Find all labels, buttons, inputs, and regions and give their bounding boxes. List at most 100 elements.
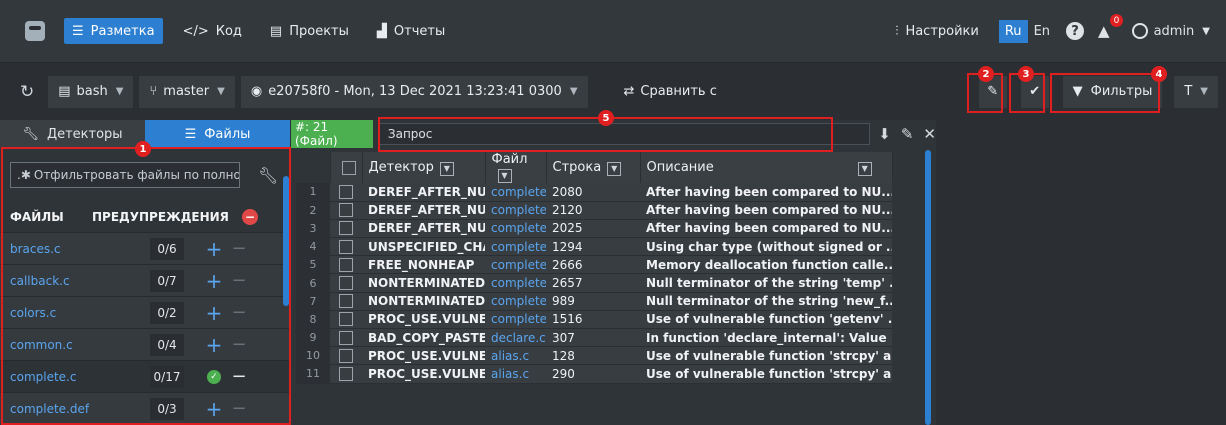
chevron-down-icon[interactable]: ▼ <box>607 161 622 176</box>
row-checkbox[interactable] <box>339 366 353 381</box>
chevron-down-icon[interactable]: ▼ <box>439 161 454 176</box>
select-all-header[interactable] <box>330 152 363 183</box>
table-row[interactable]: 2 DEREF_AFTER_NULLcomplete.c2120After hav… <box>296 201 892 220</box>
warnings-column-header[interactable]: ПРЕДУПРЕЖДЕНИЯ <box>92 210 242 224</box>
file-list-item[interactable]: callback.c 0/7 + − <box>0 264 290 296</box>
row-checkbox-cell[interactable] <box>330 310 362 330</box>
help-icon[interactable]: ? <box>1066 22 1085 40</box>
table-row[interactable]: 7 NONTERMINATEDcomplete.c989Null terminat… <box>296 292 892 311</box>
tab-detectors[interactable]: 🔧︎ Детекторы <box>0 120 145 148</box>
table-row[interactable]: 11 PROC_USE.VULNERABLEalias.c290Use of vu… <box>296 364 892 384</box>
files-scrollbar[interactable] <box>283 176 289 306</box>
row-checkbox-cell[interactable] <box>330 219 362 239</box>
compare-button[interactable]: ⇄ Сравнить с <box>614 76 727 108</box>
file-link[interactable]: complete.c <box>485 237 546 257</box>
row-checkbox[interactable] <box>339 312 353 327</box>
check-circle-icon[interactable]: ✓ <box>207 369 221 384</box>
nav-markup[interactable]: ☰ Разметка <box>64 18 163 44</box>
nav-settings[interactable]: ⫶ Настройки <box>887 18 987 44</box>
row-checkbox[interactable] <box>339 257 353 272</box>
row-checkbox[interactable] <box>339 276 353 291</box>
table-row[interactable]: 6 NONTERMINATEDcomplete.c2657Null termina… <box>296 273 892 293</box>
row-checkbox-cell[interactable] <box>330 183 362 202</box>
row-checkbox-cell[interactable] <box>330 346 362 366</box>
plus-icon[interactable]: + <box>204 397 224 421</box>
row-checkbox[interactable] <box>339 221 353 236</box>
app-logo-icon[interactable] <box>22 19 48 43</box>
detector-column-header[interactable]: Детектор ▼ <box>362 152 486 183</box>
file-link[interactable]: complete.c <box>485 183 546 202</box>
nav-code[interactable]: </> Код <box>175 18 250 44</box>
lang-en-button[interactable]: En <box>1028 20 1056 43</box>
plus-icon[interactable]: + <box>204 301 224 325</box>
clear-filters-button[interactable]: T ▼ <box>1174 75 1218 108</box>
table-row[interactable]: 9 BAD_COPY_PASTE declare.c 307 In function '… <box>296 328 892 348</box>
commit-select[interactable]: ◉ e20758f0 - Mon, 13 Dec 2021 13:23:41 0… <box>240 75 588 108</box>
table-row[interactable]: 4 UNSPECIFIED_CHARcomplete.c1294Using cha… <box>296 237 892 257</box>
description-column-header[interactable]: Описание ▼ <box>640 152 893 183</box>
user-menu[interactable]: admin ▼ <box>1131 23 1210 39</box>
file-list-item[interactable]: complete.def 0/3 + − <box>0 392 290 424</box>
file-link[interactable]: complete.c <box>485 310 546 330</box>
file-name[interactable]: callback.c <box>0 274 150 288</box>
row-checkbox[interactable] <box>339 294 353 309</box>
file-link[interactable]: complete.c <box>485 201 546 220</box>
filters-button[interactable]: ▼ Фильтры <box>1062 75 1163 108</box>
remove-all-icon[interactable]: − <box>242 209 258 225</box>
notifications-bell-icon[interactable]: ▲ 0 <box>1098 14 1124 40</box>
plus-icon[interactable]: + <box>204 333 224 357</box>
tab-files[interactable]: ☰ Файлы <box>145 120 290 148</box>
plus-icon[interactable]: + <box>204 237 224 261</box>
wrench-icon[interactable]: 🔧︎ <box>258 166 278 185</box>
refresh-icon[interactable]: ↻ <box>20 82 34 102</box>
row-checkbox-cell[interactable] <box>330 201 362 220</box>
chevron-down-icon[interactable]: ▼ <box>857 161 872 176</box>
row-checkbox[interactable] <box>339 348 353 363</box>
line-column-header[interactable]: Строка ▼ <box>546 152 641 183</box>
branch-select[interactable]: ⑂ master ▼ <box>139 75 235 108</box>
file-list-item[interactable]: common.c 0/4 + − <box>0 328 290 360</box>
files-column-header[interactable]: ФАЙЛЫ <box>10 210 92 224</box>
row-checkbox-cell[interactable] <box>330 255 362 275</box>
row-checkbox[interactable] <box>339 239 353 254</box>
row-checkbox[interactable] <box>339 203 353 218</box>
file-name[interactable]: complete.c <box>0 370 150 384</box>
file-list-item[interactable]: braces.c 0/6 + − <box>0 232 290 264</box>
collapse-icon[interactable]: ✕ <box>923 125 936 143</box>
file-list-item[interactable]: colors.c 0/2 + − <box>0 296 290 328</box>
file-link[interactable]: alias.c <box>485 364 546 384</box>
minus-icon[interactable]: − <box>228 270 250 291</box>
file-column-header[interactable]: Файл ▼ <box>485 152 547 183</box>
row-checkbox[interactable] <box>339 330 353 345</box>
file-link[interactable]: alias.c <box>485 346 546 366</box>
row-checkbox-cell[interactable] <box>330 273 362 293</box>
row-checkbox-cell[interactable] <box>330 328 362 348</box>
select-all-checkbox[interactable] <box>342 160 356 175</box>
file-link[interactable]: complete.c <box>485 273 546 293</box>
file-link[interactable]: complete.c <box>485 255 546 275</box>
file-link[interactable]: complete.c <box>485 219 546 239</box>
query-input[interactable]: Запрос <box>378 123 871 145</box>
nav-projects[interactable]: ▤ Проекты <box>262 18 357 44</box>
lang-ru-button[interactable]: Ru <box>998 19 1028 43</box>
file-link[interactable]: declare.c <box>485 328 546 348</box>
plus-icon[interactable]: + <box>204 269 224 293</box>
row-checkbox-cell[interactable] <box>330 364 362 384</box>
minus-icon[interactable]: − <box>228 366 250 387</box>
table-row[interactable]: 1 DEREF_AFTER_NULLcomplete.c2080After hav… <box>296 183 892 202</box>
minus-icon[interactable]: − <box>228 238 250 259</box>
row-checkbox-cell[interactable] <box>330 292 362 311</box>
file-link[interactable]: complete.c <box>485 292 546 311</box>
table-row[interactable]: 5 FREE_NONHEAPcomplete.c2666Memory deallo… <box>296 255 892 275</box>
row-checkbox[interactable] <box>339 184 353 199</box>
file-list-item[interactable]: complete.c 0/17 ✓ − <box>0 360 290 392</box>
row-checkbox-cell[interactable] <box>330 237 362 257</box>
edit-icon[interactable]: ✎ <box>901 125 914 143</box>
file-name[interactable]: common.c <box>0 338 150 352</box>
minus-icon[interactable]: − <box>228 334 250 355</box>
file-name[interactable]: complete.def <box>0 402 150 416</box>
chevron-down-icon[interactable]: ▼ <box>497 169 512 183</box>
shell-select[interactable]: ▤ bash ▼ <box>48 75 134 108</box>
download-icon[interactable]: ⬇ <box>878 125 891 143</box>
table-row[interactable]: 3 DEREF_AFTER_NULLcomplete.c2025After hav… <box>296 219 892 239</box>
